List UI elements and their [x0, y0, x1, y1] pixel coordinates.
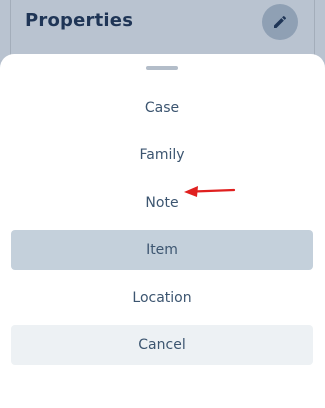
page-title: Properties — [25, 10, 134, 31]
option-case-label: Case — [144, 100, 180, 116]
option-family-label: Family — [139, 147, 185, 163]
red-arrow-left-icon — [184, 186, 236, 197]
edit-button[interactable] — [262, 4, 298, 40]
option-case[interactable]: Case — [11, 88, 313, 128]
option-item-label: Item — [146, 242, 178, 258]
grab-handle[interactable] — [146, 66, 178, 70]
backdrop-header: Properties — [0, 0, 325, 60]
option-note[interactable]: Note — [11, 183, 313, 223]
cancel-button[interactable]: Cancel — [11, 325, 313, 365]
option-location[interactable]: Location — [11, 278, 313, 318]
option-location-label: Location — [132, 290, 192, 306]
pencil-icon — [274, 15, 287, 28]
option-item[interactable]: Item — [11, 230, 313, 270]
option-family[interactable]: Family — [11, 135, 313, 175]
cancel-button-label: Cancel — [138, 337, 186, 353]
option-note-label: Note — [145, 195, 179, 211]
